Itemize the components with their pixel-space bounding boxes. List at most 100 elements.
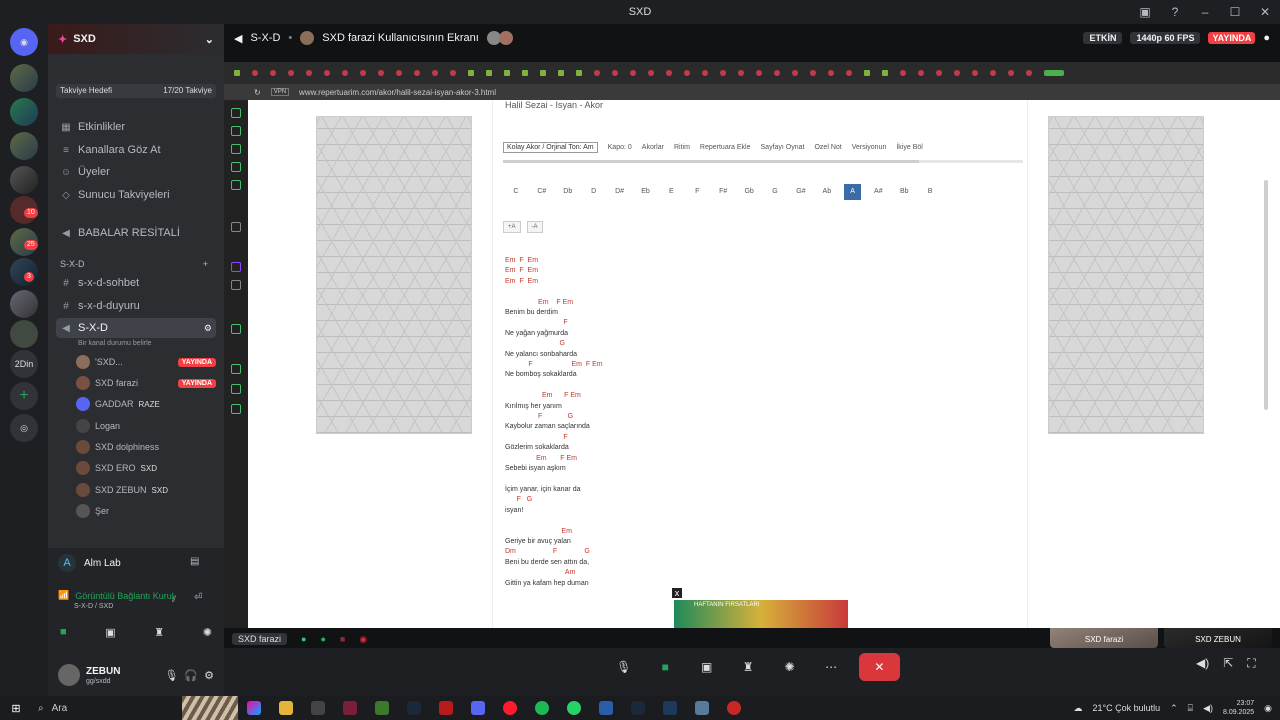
tab-favicon-icon[interactable] xyxy=(558,70,564,76)
tab-favicon-icon[interactable] xyxy=(234,70,240,76)
tab-favicon-icon[interactable] xyxy=(396,70,402,76)
tab-favicon-icon[interactable] xyxy=(792,70,798,76)
voice-user[interactable]: Şer xyxy=(76,501,216,521)
close-button[interactable]: ✕ xyxy=(1250,0,1280,24)
spotify-icon[interactable]: ● xyxy=(320,634,325,644)
copilot-icon[interactable] xyxy=(238,696,270,720)
tab-favicon-icon[interactable] xyxy=(684,70,690,76)
tool-add-repertoire[interactable]: Repertuara Ekle xyxy=(700,144,751,151)
sidebar-panel-icon[interactable] xyxy=(231,126,241,136)
sidebar-panel-icon[interactable] xyxy=(231,324,241,334)
vpn-badge[interactable]: VPN xyxy=(270,88,290,96)
tab-favicon-icon[interactable] xyxy=(342,70,348,76)
screen-share-icon[interactable]: ▣ xyxy=(693,653,720,681)
tab-favicon-icon[interactable] xyxy=(414,70,420,76)
tab-favicon-icon[interactable] xyxy=(990,70,996,76)
tab-favicon-icon[interactable] xyxy=(612,70,618,76)
soundboard-icon[interactable]: ✺ xyxy=(776,653,803,681)
app-icon[interactable] xyxy=(302,696,334,720)
tab-favicon-icon[interactable] xyxy=(774,70,780,76)
tab-favicon-icon[interactable] xyxy=(504,70,510,76)
active-tab[interactable] xyxy=(1044,70,1064,76)
tool-rhythm[interactable]: Ritim xyxy=(674,144,690,151)
tab-favicon-icon[interactable] xyxy=(972,70,978,76)
ad-banner-right[interactable] xyxy=(1048,116,1204,434)
channel-status[interactable]: Bir kanal durumu belirle xyxy=(78,333,218,353)
app-icon[interactable] xyxy=(718,696,750,720)
tool-note[interactable]: Ozel Not xyxy=(814,144,841,151)
url-input[interactable]: www.repertuarim.com/akor/halil-sezai-isy… xyxy=(299,88,496,97)
app-icon[interactable] xyxy=(590,696,622,720)
leave-call-button[interactable]: ✕ xyxy=(858,653,901,681)
tab-favicon-icon[interactable] xyxy=(450,70,456,76)
server-icon[interactable]: 2Din xyxy=(10,350,38,378)
capo-label[interactable]: Kapo: 0 xyxy=(608,144,632,151)
file-explorer-icon[interactable] xyxy=(270,696,302,720)
taskbar-search[interactable]: ⌕ Ara xyxy=(32,696,182,720)
server-icon[interactable] xyxy=(10,64,38,92)
key-button[interactable]: Bb xyxy=(891,184,917,200)
steam-icon[interactable] xyxy=(398,696,430,720)
sidebar-panel-icon[interactable] xyxy=(231,384,241,394)
boost-progress[interactable]: Takviye Hedefi 17/20 Takviye xyxy=(56,84,216,98)
key-button[interactable]: C xyxy=(503,184,529,200)
tab-favicon-icon[interactable] xyxy=(1008,70,1014,76)
tab-favicon-icon[interactable] xyxy=(378,70,384,76)
soundboard-icon[interactable]: ✺ xyxy=(203,626,212,639)
tab-favicon-icon[interactable] xyxy=(288,70,294,76)
key-button[interactable]: A# xyxy=(865,184,891,200)
voice-user[interactable]: SXD dolphiness xyxy=(76,437,216,457)
app-icon[interactable] xyxy=(334,696,366,720)
tab-favicon-icon[interactable] xyxy=(720,70,726,76)
disconnect-icon[interactable]: ⏎ xyxy=(194,592,202,603)
clock[interactable]: 23:07 8.09.2025 xyxy=(1223,699,1254,717)
transpose-up-button[interactable]: +A xyxy=(503,221,521,233)
help-icon[interactable]: ? xyxy=(1160,0,1190,24)
close-ad-icon[interactable]: x xyxy=(672,588,682,598)
voice-user[interactable]: 'SXD... YAYINDA xyxy=(76,352,216,372)
add-channel-icon[interactable]: + xyxy=(203,259,208,269)
popout-icon[interactable]: ⇱ xyxy=(1223,656,1233,671)
user-avatar[interactable] xyxy=(58,664,80,686)
voice-user[interactable]: SXD ERO SXD xyxy=(76,458,216,478)
tool-chords[interactable]: Akorlar xyxy=(642,144,664,151)
nav-members[interactable]: ☺ Üyeler xyxy=(56,162,216,182)
tab-favicon-icon[interactable] xyxy=(270,70,276,76)
tab-favicon-icon[interactable] xyxy=(306,70,312,76)
key-button[interactable]: F# xyxy=(710,184,736,200)
sidebar-panel-icon[interactable] xyxy=(231,108,241,118)
channel-sohbet[interactable]: # s-x-d-sohbet xyxy=(56,273,216,293)
maximize-button[interactable]: ☐ xyxy=(1220,0,1250,24)
server-icon[interactable] xyxy=(10,290,38,318)
tab-favicon-icon[interactable] xyxy=(864,70,870,76)
tab-favicon-icon[interactable] xyxy=(360,70,366,76)
discord-icon[interactable] xyxy=(462,696,494,720)
noise-suppression-icon[interactable]: ⫽ xyxy=(172,594,176,605)
server-header[interactable]: ✦ SXD ⌄ xyxy=(48,24,224,54)
nav-events[interactable]: ▦ Etkinlikler xyxy=(56,117,216,137)
weather-text[interactable]: 21°C Çok bulutlu xyxy=(1092,703,1160,713)
settings-icon[interactable] xyxy=(231,404,241,414)
x-icon[interactable] xyxy=(231,280,241,290)
channel-duyuru[interactable]: # s-x-d-duyuru xyxy=(56,296,216,316)
user-settings-icon[interactable]: ⚙ xyxy=(204,669,214,682)
search-highlight-image[interactable] xyxy=(182,696,238,720)
tab-favicon-icon[interactable] xyxy=(756,70,762,76)
key-button[interactable]: F xyxy=(684,184,710,200)
nav-browse-channels[interactable]: ≡ Kanallara Göz At xyxy=(56,140,216,160)
app-icon[interactable]: ◉ xyxy=(359,634,367,645)
sidebar-panel-icon[interactable] xyxy=(231,162,241,172)
chevron-up-icon[interactable]: ⌃ xyxy=(1170,703,1178,714)
category-sxd[interactable]: S-X-D + xyxy=(56,254,216,274)
tab-favicon-icon[interactable] xyxy=(882,70,888,76)
key-button[interactable]: A xyxy=(843,184,862,200)
whatsapp-icon[interactable]: ● xyxy=(301,634,306,644)
sidebar-panel-icon[interactable] xyxy=(231,144,241,154)
spotify-icon[interactable] xyxy=(526,696,558,720)
tone-select[interactable]: Kolay Akor / Orjinal Ton: Am xyxy=(503,141,598,153)
channel-announcement[interactable]: ◀ BABALAR RESİTALİ xyxy=(56,223,216,243)
transpose-down-button[interactable]: -A xyxy=(526,221,543,233)
connection-status[interactable]: Görüntülü Bağlantı Kurul xyxy=(75,591,174,601)
app-icon[interactable] xyxy=(654,696,686,720)
toolbar-scrollbar[interactable] xyxy=(503,160,1023,163)
